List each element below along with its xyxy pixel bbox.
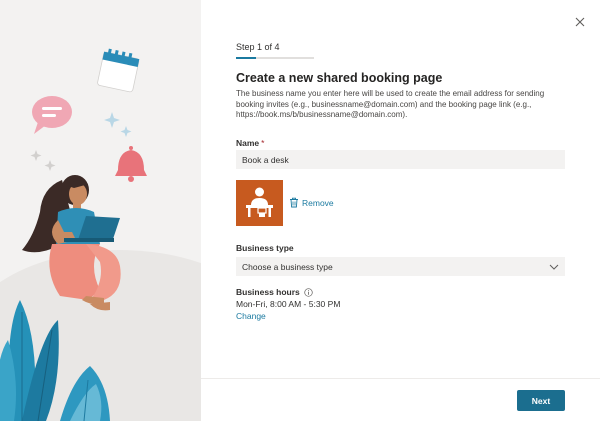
business-hours-value: Mon-Fri, 8:00 AM - 5:30 PM xyxy=(236,299,341,309)
business-hours-label: Business hours xyxy=(236,287,300,297)
required-mark: * xyxy=(261,138,265,148)
change-hours-link[interactable]: Change xyxy=(236,311,266,321)
business-type-label: Business type xyxy=(236,243,294,253)
remove-logo-button[interactable]: Remove xyxy=(289,197,334,208)
page-title: Create a new shared booking page xyxy=(236,71,443,85)
business-type-placeholder: Choose a business type xyxy=(242,261,333,272)
woman-with-laptop-illustration xyxy=(0,48,201,421)
calendar-icon xyxy=(97,48,140,93)
next-button[interactable]: Next xyxy=(517,390,565,411)
name-field-label: Name * xyxy=(236,138,264,148)
step-indicator: Step 1 of 4 xyxy=(236,42,280,52)
step-progress-fill xyxy=(236,57,256,59)
footer-divider xyxy=(201,378,600,379)
chevron-down-icon xyxy=(549,264,559,270)
desk-person-icon xyxy=(246,187,273,217)
chat-bubble-icon xyxy=(32,96,72,134)
business-hours-header: Business hours xyxy=(236,287,313,297)
name-input[interactable] xyxy=(236,150,565,169)
name-label-text: Name xyxy=(236,138,260,148)
close-button[interactable] xyxy=(572,14,588,30)
illustration-panel xyxy=(0,0,201,421)
business-logo[interactable] xyxy=(236,180,283,226)
bell-icon xyxy=(115,146,147,182)
page-description: The business name you enter here will be… xyxy=(236,89,545,119)
info-icon[interactable] xyxy=(304,287,313,297)
business-type-select[interactable]: Choose a business type xyxy=(236,257,565,276)
trash-icon xyxy=(290,197,298,208)
step-progress-bar xyxy=(236,57,314,59)
remove-logo-label: Remove xyxy=(302,197,334,208)
close-icon xyxy=(575,17,585,27)
